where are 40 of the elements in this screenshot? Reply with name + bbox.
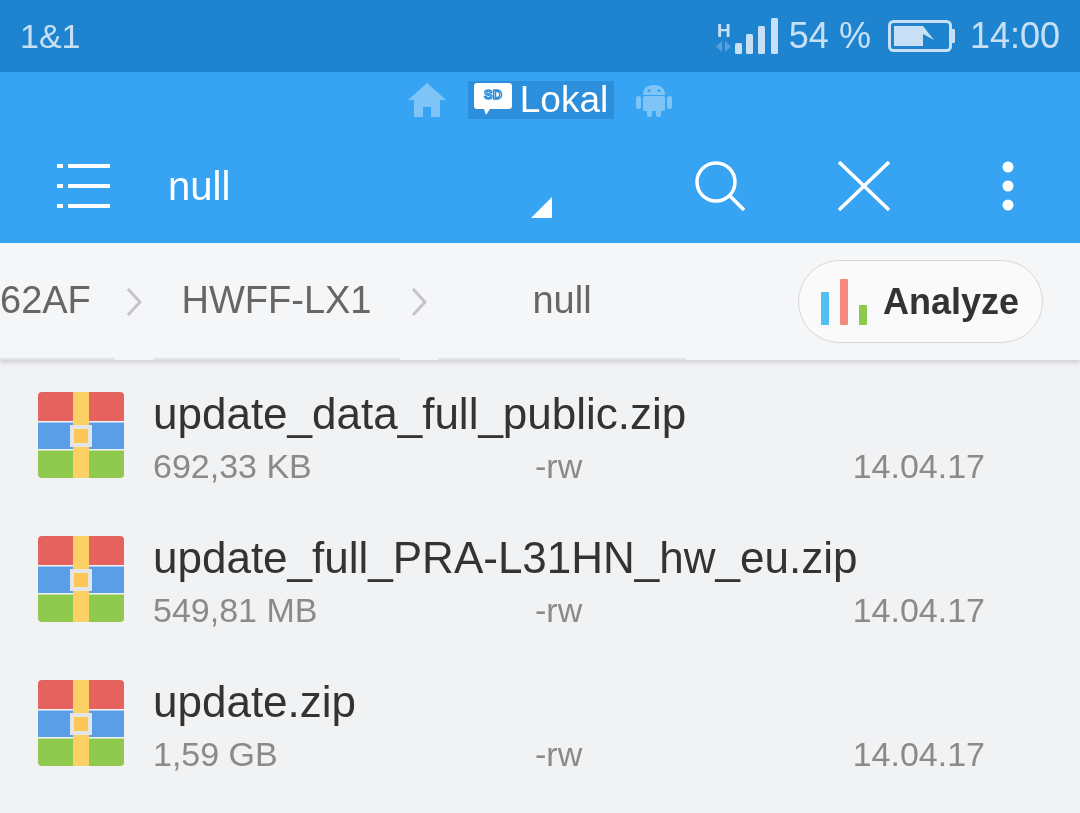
archive-icon <box>38 680 124 766</box>
breadcrumb-item[interactable]: HWFF-LX1 <box>153 243 400 360</box>
file-name: update_data_full_public.zip <box>153 388 688 440</box>
file-size: 692,33 KB <box>153 446 313 486</box>
breadcrumb-item[interactable]: 62AF <box>0 243 115 360</box>
close-icon <box>838 160 890 211</box>
file-permissions: -rw <box>535 446 583 486</box>
breadcrumb-item[interactable]: null <box>438 243 686 360</box>
chart-icon <box>821 278 867 325</box>
file-date: 14.04.17 <box>852 446 985 486</box>
more-icon <box>1002 160 1014 211</box>
network-type-label: H <box>716 20 731 41</box>
clock-time: 14:00 <box>969 14 1060 58</box>
archive-icon <box>38 392 124 478</box>
file-date: 14.04.17 <box>852 590 985 630</box>
file-size: 1,59 GB <box>153 734 279 774</box>
file-date: 14.04.17 <box>852 734 985 774</box>
battery-icon <box>887 20 956 52</box>
home-icon <box>407 83 446 117</box>
chevron-icon <box>126 286 142 317</box>
file-permissions: -rw <box>535 590 583 630</box>
android-icon <box>636 83 673 117</box>
archive-icon <box>38 536 124 622</box>
sd-card-icon: SD <box>473 83 512 117</box>
carrier-name: 1&1 <box>20 16 81 57</box>
menu-icon <box>57 162 110 209</box>
folder-dropdown[interactable]: null <box>168 145 552 226</box>
caret-icon <box>531 196 552 218</box>
menu-button[interactable] <box>57 162 110 209</box>
file-size: 549,81 MB <box>153 590 319 630</box>
file-permissions: -rw <box>535 734 583 774</box>
storage-tab[interactable]: SD Lokal <box>467 81 615 119</box>
chevron-icon <box>411 286 427 317</box>
file-name: update_full_PRA-L31HN_hw_eu.zip <box>153 532 859 584</box>
analyze-button[interactable]: Analyze <box>798 260 1043 343</box>
signal-icon <box>734 18 779 54</box>
data-arrows-icon <box>716 40 732 52</box>
search-icon <box>693 159 747 212</box>
file-name: update.zip <box>153 676 358 728</box>
battery-percent: 54 % <box>788 14 871 58</box>
